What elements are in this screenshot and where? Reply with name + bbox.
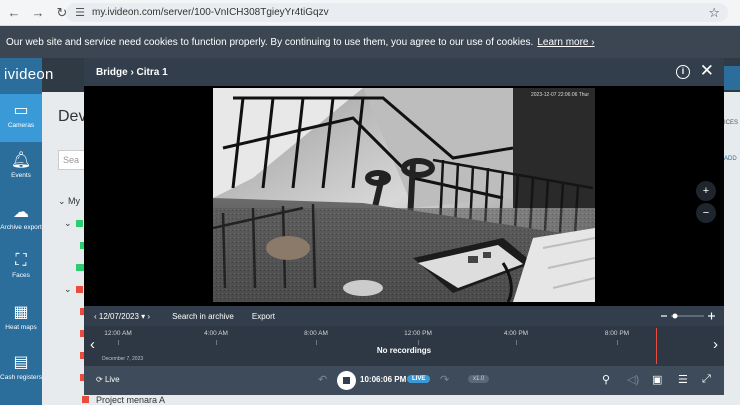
bookmark-star-icon[interactable]: ☆ (708, 5, 720, 21)
add-device-button[interactable]: ADD (724, 156, 737, 162)
zoom-in-button[interactable]: + (696, 181, 716, 201)
playback-time: 10:06:06 PM (360, 375, 407, 384)
sidebar-item-label: Cash registers (0, 374, 42, 381)
tree-chevron-icon[interactable]: ⌄ (64, 284, 72, 295)
forward-icon[interactable]: ↷ (440, 373, 449, 386)
live-badge: LIVE (407, 375, 431, 383)
timeline-tick: 8:00 AM (304, 330, 328, 337)
back-arrow-icon[interactable]: ← (4, 5, 24, 20)
tree-chevron-icon[interactable]: ⌄ (64, 218, 72, 229)
archive-timeline[interactable]: ‹ › 12:00 AM 4:00 AM 8:00 AM 12:00 PM 4:… (84, 326, 724, 366)
sidebar-item-cameras[interactable]: ▭ Cameras (0, 94, 42, 142)
address-url: my.ivideon.com/server/100-VnICH308TgieyY… (92, 7, 329, 18)
video-viewport[interactable]: 2023-12-07 22:06:06 Thur + − (84, 86, 724, 306)
sidebar-item-events[interactable]: 🔔︎ Events (0, 144, 42, 192)
camera-feed-image (213, 88, 595, 302)
playback-speed[interactable]: x1.0 (468, 375, 490, 383)
camera-player-modal: Bridge › Citra 1 i ✕ 2023-12-07 22:06:06… (84, 58, 724, 395)
volume-icon[interactable]: ◁) (627, 373, 639, 386)
devices-tab[interactable]: ICES (724, 120, 740, 136)
pin-icon[interactable]: ⚲ (602, 373, 610, 386)
timeline-tick: 4:00 AM (204, 330, 228, 337)
timeline-tick: 4:00 PM (503, 330, 529, 337)
timeline-date-label: December 7, 2023 (102, 356, 144, 362)
sidebar-item-cash-registers[interactable]: ▤ Cash registers (0, 346, 42, 394)
sidebar-item-label: Heat maps (5, 324, 37, 331)
devices-title: Dev (58, 108, 87, 125)
ivideon-logo[interactable]: ivideon (4, 66, 54, 83)
date-selector[interactable]: ‹ 12/07/2023 ▾ › (94, 312, 150, 321)
cookie-learn-more-link[interactable]: Learn more › (537, 37, 594, 48)
timeline-tick-mark (516, 340, 517, 345)
timeline-tick-mark (118, 340, 119, 345)
timeline-tick-mark (617, 340, 618, 345)
tree-item-project[interactable]: Project menara A (96, 395, 165, 405)
player-bottom-bar: ⟳ Live ↶ 10:06:06 PM LIVE ↷ x1.0 ⚲ ◁) ▣ … (84, 366, 724, 395)
cloud-download-icon: ☁ (13, 204, 29, 221)
bell-icon: 🔔︎ (10, 152, 32, 169)
tree-item-my[interactable]: ⌄ My (58, 196, 80, 207)
timeline-tick-mark (216, 340, 217, 345)
camera-offline-icon (82, 396, 89, 403)
export-button[interactable]: Export (252, 312, 275, 321)
modal-title: Bridge › Citra 1 (96, 66, 168, 78)
site-settings-icon[interactable]: ☰ (72, 6, 88, 19)
sidebar-item-heat-maps[interactable]: ▦ Heat maps (0, 296, 42, 344)
timeline-tick-mark (418, 340, 419, 345)
background-user-chip[interactable] (724, 66, 740, 90)
info-icon[interactable]: i (676, 65, 690, 79)
stop-button[interactable] (337, 371, 356, 390)
close-icon[interactable]: ✕ (700, 61, 714, 81)
sidebar-item-archive-export[interactable]: ☁ Archive export (0, 196, 42, 244)
calculator-icon: ▤ (13, 354, 29, 371)
sidebar-item-label: Faces (12, 272, 30, 279)
timeline-tick-mark (316, 340, 317, 345)
camera-frame: 2023-12-07 22:06:06 Thur (213, 88, 595, 302)
timeline-tick: 12:00 AM (104, 330, 132, 337)
address-bar[interactable]: ☰ my.ivideon.com/server/100-VnICH308Tgie… (66, 3, 728, 22)
browser-toolbar: ← → ↻ ☰ my.ivideon.com/server/100-VnICH3… (0, 0, 740, 26)
face-scan-icon: ⛶ (15, 252, 27, 269)
rewind-icon[interactable]: ↶ (318, 373, 327, 386)
ptz-camera-icon[interactable]: ▣ (652, 373, 662, 386)
camera-icon: ▭ (13, 102, 29, 119)
timeline-tick: 8:00 PM (604, 330, 630, 337)
sidebar-item-label: Events (11, 172, 31, 179)
player-controls-bar: ‹ 12/07/2023 ▾ › Search in archive Expor… (84, 306, 724, 326)
menu-icon[interactable]: ☰ (678, 373, 688, 386)
timeline-tick: 12:00 PM (404, 330, 432, 337)
zoom-out-button[interactable]: − (696, 203, 716, 223)
video-timestamp: 2023-12-07 22:06:06 Thur (530, 92, 589, 98)
forward-arrow-icon[interactable]: → (28, 5, 48, 20)
timeline-zoom-slider[interactable] (660, 311, 716, 321)
cookie-text: Our web site and service need cookies to… (6, 36, 534, 48)
cookie-banner: Our web site and service need cookies to… (0, 26, 740, 58)
camera-status-icon (76, 220, 83, 227)
sidebar-item-faces[interactable]: ⛶ Faces (0, 246, 42, 294)
modal-header: Bridge › Citra 1 i ✕ (84, 58, 724, 86)
current-time-marker (656, 328, 657, 364)
no-recordings-label: No recordings (376, 346, 432, 355)
live-button[interactable]: ⟳ Live (96, 375, 120, 384)
fullscreen-icon[interactable]: ⤢ (702, 373, 711, 386)
search-archive-button[interactable]: Search in archive (172, 312, 234, 321)
sidebar-item-label: Archive export (0, 224, 42, 231)
sidebar-item-label: Cameras (7, 122, 35, 129)
heatmap-icon: ▦ (13, 304, 29, 321)
camera-offline-icon (76, 286, 83, 293)
